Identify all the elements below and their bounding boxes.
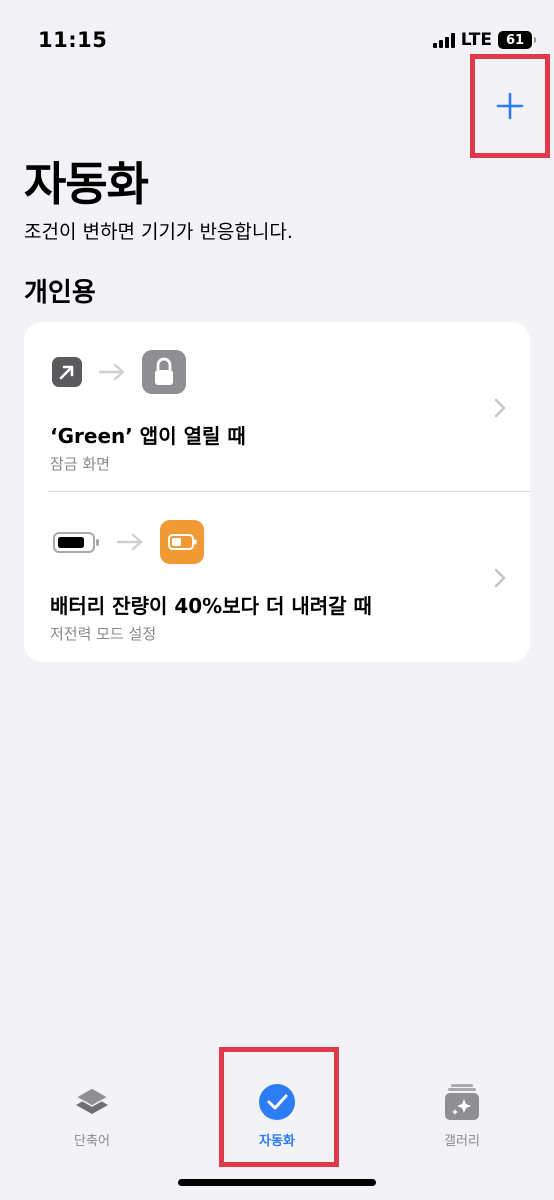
tab-gallery[interactable]: 갤러리 [402,1082,522,1149]
battery-icon [53,532,99,553]
arrow-right-icon [116,533,143,551]
automations-list: ‘Green’ 앱이 열릴 때 잠금 화면 배터리 잔량이 40%보다 더 내려… [24,322,530,662]
tab-shortcuts[interactable]: 단축어 [32,1082,152,1149]
automation-title: ‘Green’ 앱이 열릴 때 [50,424,246,448]
automation-icons [52,350,186,394]
tab-highlight-box [219,1047,339,1167]
automation-row-open-app[interactable]: ‘Green’ 앱이 열릴 때 잠금 화면 [24,322,530,492]
automation-subtitle: 잠금 화면 [50,455,110,473]
add-automation-button[interactable] [470,54,550,158]
page-subtitle: 조건이 변하면 기기가 반응합니다. [24,221,293,243]
tab-label: 갤러리 [444,1134,480,1149]
network-type: LTE [460,30,492,50]
section-title-personal: 개인용 [24,278,96,308]
sparkles-gallery-icon [445,1084,479,1120]
automation-title: 배터리 잔량이 40%보다 더 내려갈 때 [50,594,372,618]
automation-row-battery[interactable]: 배터리 잔량이 40%보다 더 내려갈 때 저전력 모드 설정 [24,492,530,662]
battery-level: 61 [505,32,525,48]
low-power-battery-icon [160,520,204,564]
chevron-right-icon [494,398,506,418]
status-indicators: LTE 61 [432,30,536,50]
automation-icons [52,520,204,564]
cellular-signal-icon [432,32,455,48]
battery-icon: 61 [498,31,536,49]
home-indicator [178,1179,376,1186]
status-time: 11:15 [38,28,108,52]
chevron-right-icon [494,568,506,588]
open-app-arrow-icon [52,357,82,387]
plus-icon [496,92,524,120]
page-title: 자동화 [24,157,149,211]
automation-subtitle: 저전력 모드 설정 [50,625,157,643]
arrow-right-icon [98,363,125,381]
layers-icon [74,1087,110,1114]
lock-icon [142,350,186,394]
tab-label: 단축어 [74,1134,110,1149]
